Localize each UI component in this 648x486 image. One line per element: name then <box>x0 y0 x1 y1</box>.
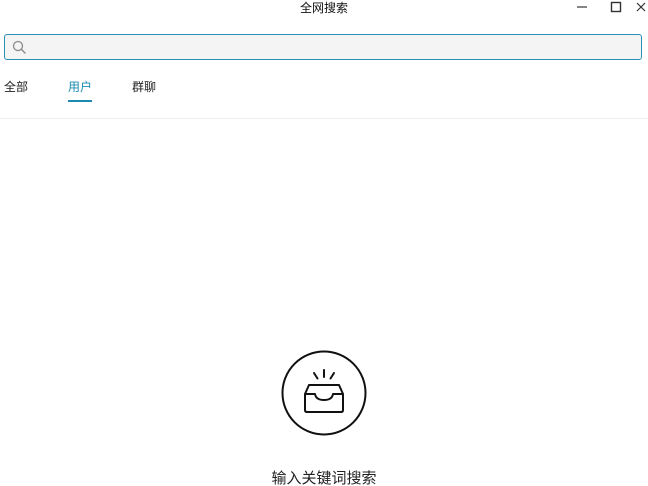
active-tab-indicator <box>68 100 92 102</box>
empty-state: 输入关键词搜索 <box>0 350 648 486</box>
maximize-button[interactable] <box>606 0 626 14</box>
empty-state-message: 输入关键词搜索 <box>271 469 377 486</box>
tab-bar: 全部 用户 群聊 <box>0 78 648 108</box>
search-icon <box>12 40 26 54</box>
minimize-icon <box>577 6 587 8</box>
tab-groups[interactable]: 群聊 <box>132 78 156 96</box>
search-box[interactable] <box>4 34 642 60</box>
close-icon <box>636 2 646 12</box>
minimize-button[interactable] <box>572 0 592 14</box>
tab-all[interactable]: 全部 <box>4 78 28 96</box>
tab-users[interactable]: 用户 <box>68 78 92 96</box>
window-title: 全网搜索 <box>299 1 348 15</box>
close-button[interactable] <box>634 0 648 14</box>
search-window: 全网搜索 全部 用户 群聊 输入关键词搜索 <box>0 0 648 486</box>
maximize-icon <box>610 1 622 13</box>
title-bar: 全网搜索 <box>0 0 648 20</box>
tab-divider <box>0 118 648 119</box>
search-input[interactable] <box>31 37 635 59</box>
inbox-icon <box>281 350 367 436</box>
